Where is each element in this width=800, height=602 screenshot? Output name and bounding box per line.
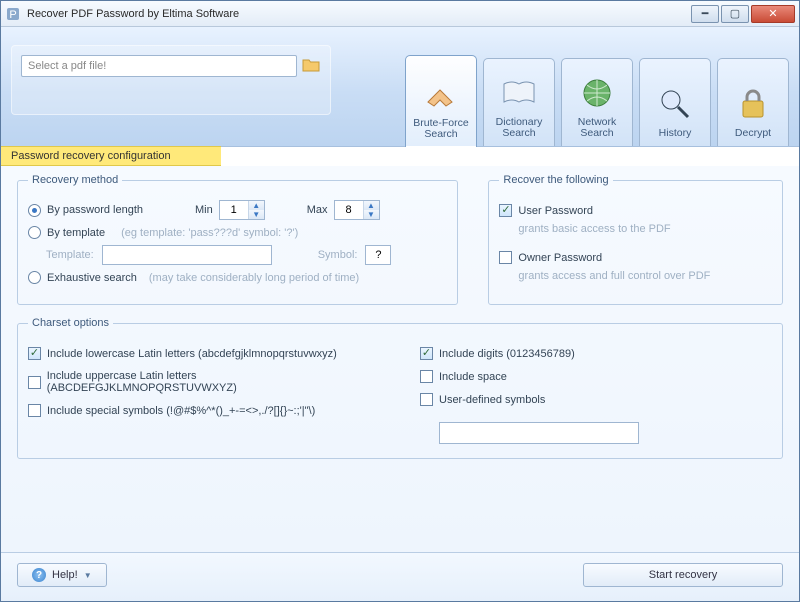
spin-down-icon[interactable]: ▼ bbox=[249, 210, 264, 219]
radio-by-length[interactable] bbox=[28, 204, 41, 217]
by-length-label: By password length bbox=[47, 204, 143, 216]
spin-up-icon[interactable]: ▲ bbox=[249, 201, 264, 210]
tab-decrypt[interactable]: Decrypt bbox=[717, 58, 789, 146]
special-label: Include special symbols (!@#$%^*()_+-=<>… bbox=[47, 405, 315, 417]
exhaustive-hint: (may take considerably long period of ti… bbox=[149, 272, 359, 284]
lowercase-label: Include lowercase Latin letters (abcdefg… bbox=[47, 348, 337, 360]
footer: ? Help! ▼ Start recovery bbox=[1, 552, 799, 601]
check-special[interactable] bbox=[28, 404, 41, 417]
radio-by-template[interactable] bbox=[28, 226, 41, 239]
min-input[interactable] bbox=[220, 201, 248, 219]
template-hint: (eg template: 'pass???d' symbol: '?') bbox=[121, 227, 298, 239]
tab-label: Dictionary Search bbox=[486, 117, 552, 140]
start-label: Start recovery bbox=[649, 569, 717, 581]
check-space[interactable] bbox=[420, 370, 433, 383]
tab-brute-force[interactable]: Brute-Force Search bbox=[405, 55, 477, 147]
userdef-input[interactable] bbox=[439, 422, 639, 444]
globe-icon bbox=[577, 73, 617, 113]
template-input[interactable] bbox=[102, 245, 272, 265]
target-legend: Recover the following bbox=[499, 174, 612, 186]
spin-up-icon[interactable]: ▲ bbox=[364, 201, 379, 210]
help-icon: ? bbox=[32, 568, 46, 582]
check-user-password[interactable] bbox=[499, 204, 512, 217]
digits-label: Include digits (0123456789) bbox=[439, 348, 575, 360]
minimize-button[interactable]: ━ bbox=[691, 5, 719, 23]
window-title: Recover PDF Password by Eltima Software bbox=[27, 8, 691, 20]
help-button[interactable]: ? Help! ▼ bbox=[17, 563, 107, 587]
recover-target-group: Recover the following User Password gran… bbox=[488, 174, 783, 305]
window-buttons: ━ ▢ ✕ bbox=[691, 5, 795, 23]
recovery-method-group: Recovery method By password length Min ▲… bbox=[17, 174, 458, 305]
by-template-label: By template bbox=[47, 227, 105, 239]
exhaustive-label: Exhaustive search bbox=[47, 272, 137, 284]
tab-network[interactable]: Network Search bbox=[561, 58, 633, 146]
app-icon: P bbox=[5, 6, 21, 22]
charset-group: Charset options Include lowercase Latin … bbox=[17, 317, 783, 459]
spin-down-icon[interactable]: ▼ bbox=[364, 210, 379, 219]
magnifier-icon bbox=[655, 84, 695, 124]
min-spinner[interactable]: ▲▼ bbox=[219, 200, 265, 220]
check-uppercase[interactable] bbox=[28, 376, 41, 389]
chevron-down-icon: ▼ bbox=[84, 571, 92, 580]
user-password-sub: grants basic access to the PDF bbox=[518, 223, 772, 235]
symbol-label: Symbol: bbox=[318, 249, 358, 261]
maximize-button[interactable]: ▢ bbox=[721, 5, 749, 23]
help-label: Help! bbox=[52, 569, 78, 581]
content-area: Recovery method By password length Min ▲… bbox=[1, 166, 799, 552]
book-icon bbox=[499, 73, 539, 113]
check-owner-password[interactable] bbox=[499, 251, 512, 264]
titlebar: P Recover PDF Password by Eltima Softwar… bbox=[1, 1, 799, 27]
recovery-legend: Recovery method bbox=[28, 174, 122, 186]
check-userdef[interactable] bbox=[420, 393, 433, 406]
tab-dictionary[interactable]: Dictionary Search bbox=[483, 58, 555, 146]
max-label: Max bbox=[307, 204, 328, 216]
tab-history[interactable]: History bbox=[639, 58, 711, 146]
owner-password-sub: grants access and full control over PDF bbox=[518, 270, 772, 282]
charset-legend: Charset options bbox=[28, 317, 113, 329]
min-label: Min bbox=[195, 204, 213, 216]
top-toolbar: Select a pdf file! Brute-Force Search Di… bbox=[1, 27, 799, 147]
radio-exhaustive[interactable] bbox=[28, 271, 41, 284]
lock-icon bbox=[733, 84, 773, 124]
userdef-label: User-defined symbols bbox=[439, 394, 545, 406]
check-digits[interactable] bbox=[420, 347, 433, 360]
tab-label: History bbox=[659, 128, 692, 140]
owner-password-label: Owner Password bbox=[518, 252, 602, 264]
symbol-input[interactable] bbox=[365, 245, 391, 265]
svg-text:P: P bbox=[9, 9, 16, 21]
start-recovery-button[interactable]: Start recovery bbox=[583, 563, 783, 587]
uppercase-label: Include uppercase Latin letters (ABCDEFG… bbox=[47, 370, 380, 394]
template-label: Template: bbox=[46, 249, 94, 261]
app-window: P Recover PDF Password by Eltima Softwar… bbox=[0, 0, 800, 602]
close-button[interactable]: ✕ bbox=[751, 5, 795, 23]
tab-label: Decrypt bbox=[735, 128, 771, 140]
check-lowercase[interactable] bbox=[28, 347, 41, 360]
browse-button[interactable] bbox=[301, 55, 321, 75]
file-input[interactable]: Select a pdf file! bbox=[21, 55, 297, 77]
max-spinner[interactable]: ▲▼ bbox=[334, 200, 380, 220]
config-strip: Password recovery configuration bbox=[1, 146, 221, 166]
file-select-panel: Select a pdf file! bbox=[11, 45, 331, 115]
tab-label: Network Search bbox=[564, 117, 630, 140]
tab-label: Brute-Force Search bbox=[408, 118, 474, 141]
mode-tabs: Brute-Force Search Dictionary Search Net… bbox=[405, 37, 789, 146]
handshake-icon bbox=[421, 74, 461, 114]
max-input[interactable] bbox=[335, 201, 363, 219]
space-label: Include space bbox=[439, 371, 507, 383]
user-password-label: User Password bbox=[518, 205, 593, 217]
